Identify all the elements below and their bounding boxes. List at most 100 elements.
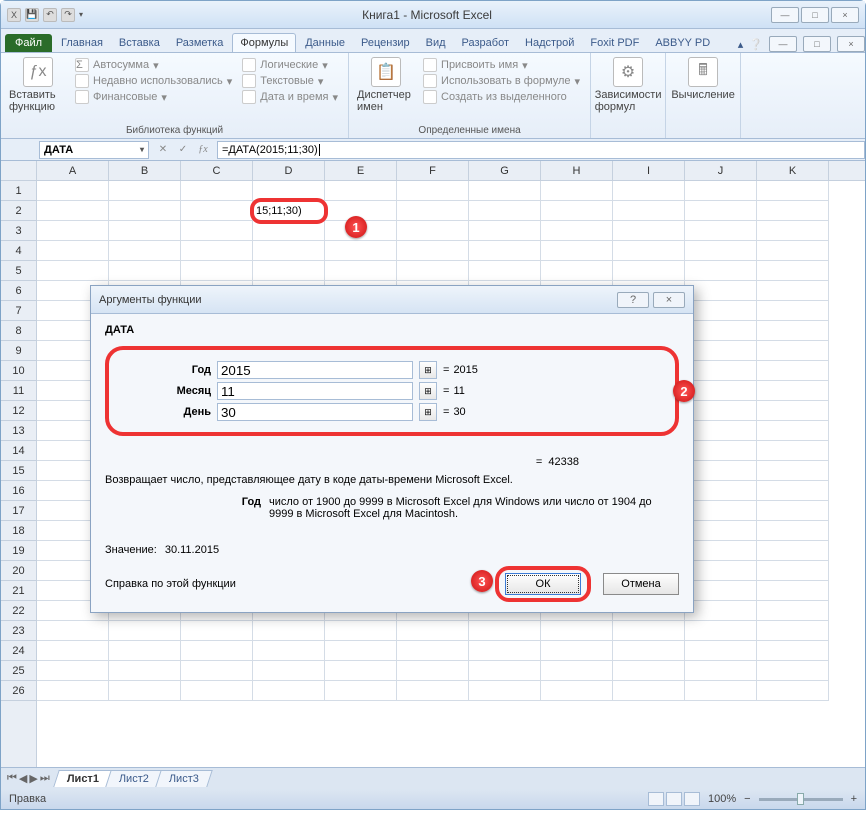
column-header[interactable]: G [469,161,541,180]
cell[interactable] [757,301,829,321]
column-header[interactable]: J [685,161,757,180]
select-all-corner[interactable] [1,161,36,181]
row-header[interactable]: 8 [1,321,36,341]
cell[interactable] [757,361,829,381]
save-icon[interactable]: 💾 [25,8,39,22]
tab-данные[interactable]: Данные [298,34,352,52]
define-name-button[interactable]: Присвоить имя ▾ [421,57,582,73]
normal-view-button[interactable] [648,792,664,806]
sheet-tab[interactable]: Лист2 [105,770,163,787]
row-header[interactable]: 21 [1,581,36,601]
cell[interactable] [325,681,397,701]
column-header[interactable]: B [109,161,181,180]
cell[interactable] [325,241,397,261]
cell[interactable] [757,281,829,301]
row-header[interactable]: 11 [1,381,36,401]
help-icon[interactable]: ❔ [749,38,763,51]
maximize-button[interactable]: □ [801,7,829,23]
cell[interactable] [757,681,829,701]
cell[interactable] [541,661,613,681]
cell[interactable] [685,601,757,621]
cell[interactable] [181,181,253,201]
cell[interactable] [469,681,541,701]
cell[interactable] [109,621,181,641]
sheet-prev-icon[interactable]: ◀ [19,772,27,785]
cell[interactable] [541,201,613,221]
cell[interactable] [325,641,397,661]
cell[interactable] [757,241,829,261]
cell[interactable] [109,681,181,701]
cell[interactable] [469,261,541,281]
cell[interactable] [397,641,469,661]
cell[interactable] [181,661,253,681]
doc-close-button[interactable]: × [837,36,865,52]
cell[interactable] [181,641,253,661]
cell[interactable] [37,181,109,201]
cell[interactable] [685,321,757,341]
cell[interactable] [757,461,829,481]
cell[interactable] [757,521,829,541]
cell[interactable] [685,621,757,641]
cell[interactable] [685,441,757,461]
cell[interactable] [469,661,541,681]
cell[interactable] [397,661,469,681]
column-header[interactable]: F [397,161,469,180]
close-button[interactable]: × [831,7,859,23]
cell[interactable] [325,661,397,681]
cell[interactable] [757,401,829,421]
cell[interactable] [685,641,757,661]
column-header[interactable]: C [181,161,253,180]
cell[interactable] [757,421,829,441]
tab-надстрой[interactable]: Надстрой [518,34,581,52]
cell[interactable] [613,681,685,701]
formula-bar[interactable]: =ДАТА(2015;11;30) [217,141,865,159]
pagebreak-view-button[interactable] [684,792,700,806]
cell[interactable] [109,221,181,241]
arg-input[interactable] [217,403,413,421]
column-header[interactable]: D [253,161,325,180]
cell[interactable] [37,661,109,681]
minimize-button[interactable]: — [771,7,799,23]
cell[interactable] [397,621,469,641]
cell[interactable] [469,201,541,221]
cell[interactable] [397,181,469,201]
cell[interactable] [397,201,469,221]
range-selector-icon[interactable]: ⊞ [419,361,437,379]
row-header[interactable]: 10 [1,361,36,381]
text-button[interactable]: Текстовые ▾ [240,73,340,89]
sheet-next-icon[interactable]: ▶ [29,772,37,785]
cell[interactable] [685,341,757,361]
cell[interactable] [397,241,469,261]
row-header[interactable]: 19 [1,541,36,561]
dialog-close-button[interactable]: × [653,292,685,308]
dialog-titlebar[interactable]: Аргументы функции ? × [91,286,693,314]
cell[interactable] [757,261,829,281]
cell[interactable] [253,241,325,261]
insert-fx-icon[interactable]: ƒx [195,142,211,158]
range-selector-icon[interactable]: ⊞ [419,403,437,421]
cell[interactable] [469,241,541,261]
cell[interactable] [469,641,541,661]
cell[interactable] [541,241,613,261]
cancel-button[interactable]: Отмена [603,573,679,595]
page-layout-view-button[interactable] [666,792,682,806]
doc-minimize-button[interactable]: — [769,36,797,52]
cell[interactable] [253,661,325,681]
cell[interactable] [109,641,181,661]
cell[interactable] [397,681,469,701]
cell[interactable] [613,261,685,281]
row-header[interactable]: 23 [1,621,36,641]
cell[interactable] [37,221,109,241]
cell[interactable] [469,181,541,201]
cell[interactable] [397,221,469,241]
sheet-last-icon[interactable]: ⏭ [40,772,50,785]
zoom-in-icon[interactable]: + [851,793,857,805]
column-header[interactable]: A [37,161,109,180]
cell[interactable] [181,201,253,221]
column-header[interactable]: K [757,161,829,180]
row-header[interactable]: 25 [1,661,36,681]
cell[interactable] [685,561,757,581]
cell[interactable] [613,241,685,261]
cell[interactable] [541,681,613,701]
row-header[interactable]: 16 [1,481,36,501]
